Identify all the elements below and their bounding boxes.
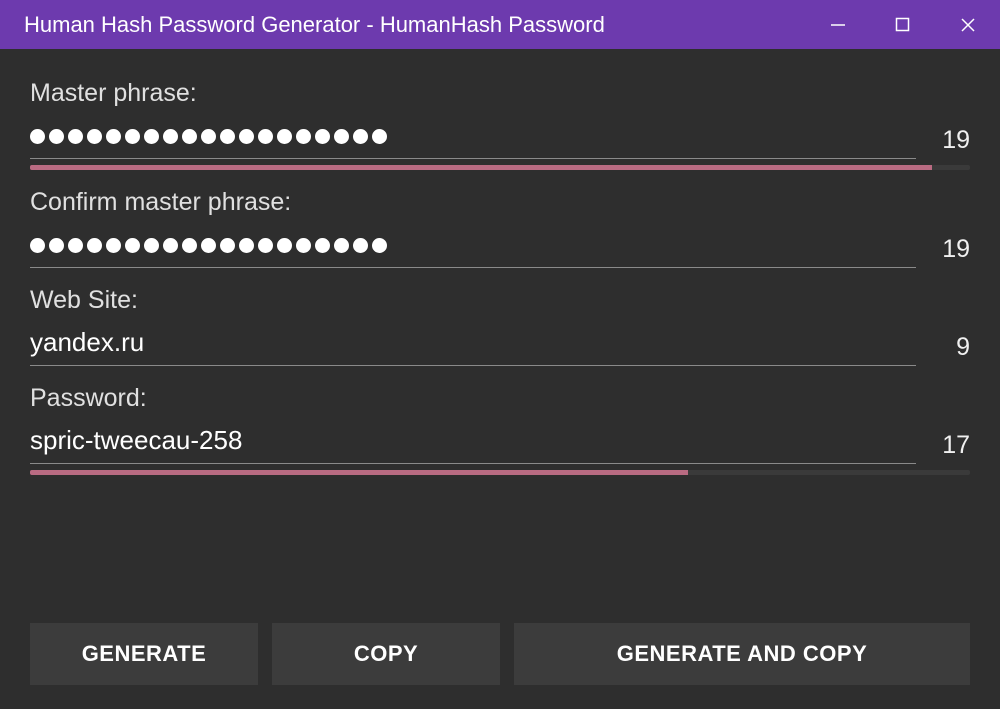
confirm-phrase-label: Confirm master phrase:: [30, 188, 970, 217]
password-value: spric-tweecau-258: [30, 425, 916, 457]
window-title: Human Hash Password Generator - HumanHas…: [24, 12, 805, 38]
confirm-phrase-dots: [30, 229, 916, 261]
confirm-phrase-input[interactable]: [30, 229, 916, 268]
master-strength-fill: [30, 165, 932, 170]
website-count: 9: [934, 333, 970, 366]
website-field: Web Site: yandex.ru 9: [30, 286, 970, 366]
master-phrase-input[interactable]: [30, 120, 916, 159]
close-button[interactable]: [935, 0, 1000, 49]
app-window: Human Hash Password Generator - HumanHas…: [0, 0, 1000, 709]
master-phrase-field: Master phrase: 19: [30, 79, 970, 170]
password-field: Password: spric-tweecau-258 17: [30, 384, 970, 475]
minimize-icon: [830, 17, 846, 33]
close-icon: [960, 17, 976, 33]
password-strength-bar: [30, 470, 970, 475]
generate-and-copy-button[interactable]: GENERATE AND COPY: [514, 623, 970, 685]
confirm-phrase-count: 19: [934, 235, 970, 268]
password-strength-fill: [30, 470, 688, 475]
minimize-button[interactable]: [805, 0, 870, 49]
password-label: Password:: [30, 384, 970, 413]
generate-button[interactable]: GENERATE: [30, 623, 258, 685]
maximize-icon: [895, 17, 910, 32]
confirm-phrase-field: Confirm master phrase: 19: [30, 188, 970, 268]
password-input[interactable]: spric-tweecau-258: [30, 425, 916, 464]
master-phrase-label: Master phrase:: [30, 79, 970, 108]
copy-button[interactable]: COPY: [272, 623, 500, 685]
master-phrase-count: 19: [934, 126, 970, 159]
content-area: Master phrase: 19 Confirm master phrase:…: [0, 49, 1000, 709]
website-value: yandex.ru: [30, 327, 916, 359]
titlebar[interactable]: Human Hash Password Generator - HumanHas…: [0, 0, 1000, 49]
password-count: 17: [934, 431, 970, 464]
button-row: GENERATE COPY GENERATE AND COPY: [30, 623, 970, 685]
website-label: Web Site:: [30, 286, 970, 315]
master-phrase-dots: [30, 120, 916, 152]
master-strength-bar: [30, 165, 970, 170]
website-input[interactable]: yandex.ru: [30, 327, 916, 366]
maximize-button[interactable]: [870, 0, 935, 49]
